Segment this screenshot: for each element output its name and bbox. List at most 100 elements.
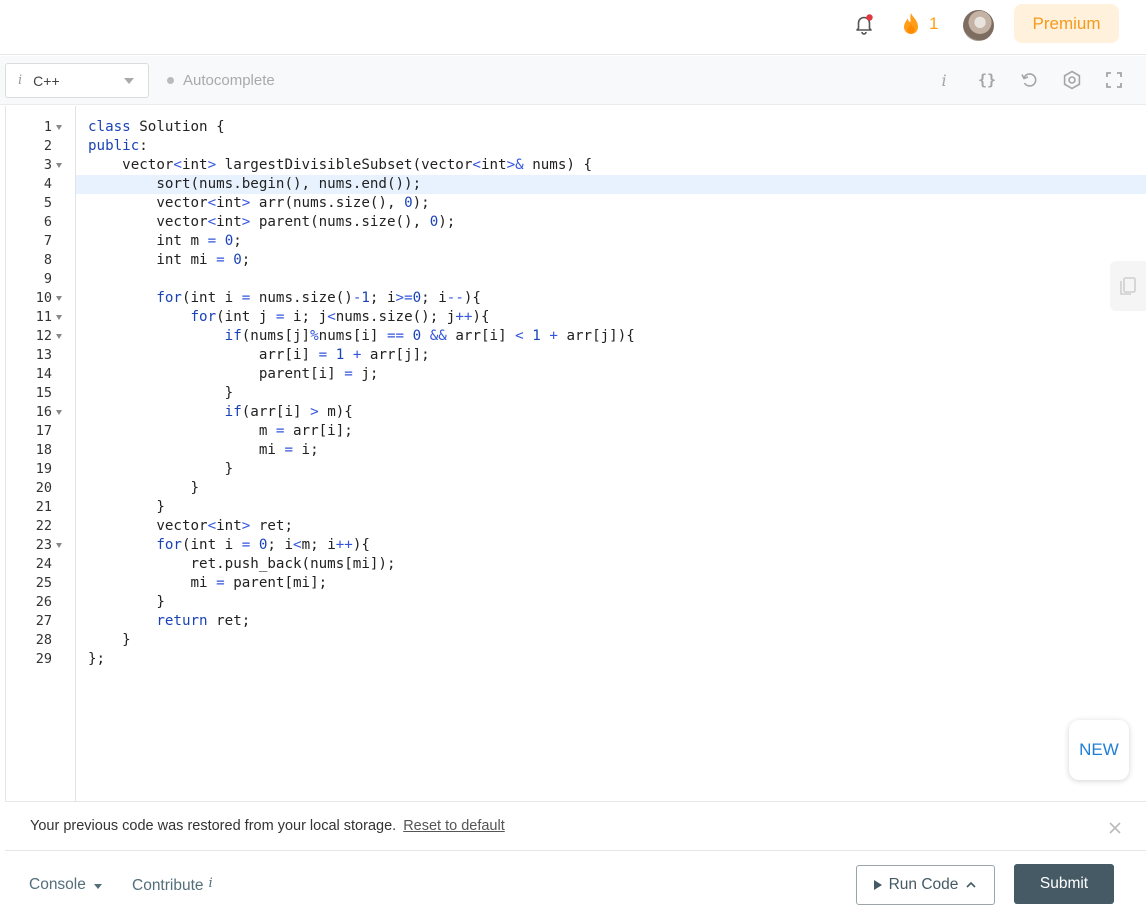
action-bar: Console Contribute i Run Code Submit [0,852,1146,911]
notification-bell-icon[interactable] [852,12,876,36]
line-number: 22 [35,518,52,534]
code-content[interactable]: class Solution {public: vector<int> larg… [76,106,1146,801]
run-code-button[interactable]: Run Code [856,865,995,905]
fold-arrow-icon[interactable] [56,289,64,308]
code-line-text: class Solution { [88,119,225,135]
line-number: 27 [35,613,52,629]
code-line-text: if(nums[j]%nums[i] == 0 && arr[i] < 1 + … [224,328,635,344]
chevron-down-icon [93,884,102,889]
code-line-text: for(int i = 0; i<m; i++){ [156,537,370,553]
console-toggle[interactable]: Console [29,876,102,894]
code-line-text: mi = i; [88,442,319,458]
code-line-text: vector<int> arr(nums.size(), 0); [88,195,430,211]
code-line-text: if(arr[i] > m){ [224,404,353,420]
code-line-text: parent[i] = j; [88,366,379,382]
premium-button[interactable]: Premium [1014,4,1119,43]
code-line-text: int mi = 0; [88,252,251,268]
settings-icon[interactable] [1062,70,1082,90]
line-number-gutter: 1 2 3 4 5 6 7 8 9 10 11 12 13 14 15 16 17 18 19 20 21 22 23 24 2… [6,106,76,801]
code-line-text: } [88,499,165,515]
code-line-text: } [88,632,131,648]
code-line-text: return ret; [156,613,251,629]
line-number: 10 [35,290,52,306]
info-icon[interactable]: i [934,70,954,90]
copy-code-tab[interactable] [1110,261,1146,311]
line-number: 3 [43,157,52,173]
fold-arrow-icon[interactable] [56,403,64,422]
reset-to-default-link[interactable]: Reset to default [403,818,505,834]
line-number: 13 [35,347,52,363]
editor-toolbar: i C++ Autocomplete i {} [0,56,1146,105]
autocomplete-toggle[interactable]: Autocomplete [167,72,275,89]
line-number: 9 [43,271,52,287]
code-line-text: } [88,461,234,477]
fold-arrow-icon[interactable] [56,536,64,555]
line-number: 5 [43,195,52,211]
line-number: 2 [43,138,52,154]
line-number: 19 [35,461,52,477]
fold-arrow-icon[interactable] [56,156,64,175]
contribute-label: Contribute [132,877,204,894]
line-number: 28 [35,632,52,648]
autocomplete-label: Autocomplete [183,72,275,89]
fold-arrow-icon[interactable] [56,308,64,327]
line-number: 17 [35,423,52,439]
code-line-text: }; [88,651,106,667]
line-number: 14 [35,366,52,382]
line-number: 15 [35,385,52,401]
line-number: 7 [43,233,52,249]
code-line-text: vector<int> ret; [88,518,294,534]
code-line-text: } [88,480,200,496]
code-editor[interactable]: 1 2 3 4 5 6 7 8 9 10 11 12 13 14 15 16 17 18 19 20 21 22 23 24 2… [5,106,1146,801]
line-number: 8 [43,252,52,268]
format-braces-icon[interactable]: {} [977,70,997,90]
close-icon[interactable] [1107,820,1123,836]
fullscreen-icon[interactable] [1104,70,1124,90]
chevron-up-icon [966,881,976,888]
line-number: 1 [43,119,52,135]
code-line-text: arr[i] = 1 + arr[j]; [88,347,430,363]
reset-icon[interactable] [1019,70,1039,90]
run-code-label: Run Code [888,876,959,893]
code-line-text: mi = parent[mi]; [88,575,328,591]
code-line-text: m = arr[i]; [88,423,353,439]
line-number: 25 [35,575,52,591]
new-feature-button[interactable]: NEW [1069,720,1129,780]
line-number: 11 [35,309,52,325]
code-line-text: vector<int> parent(nums.size(), 0); [88,214,456,230]
line-number: 26 [35,594,52,610]
top-header: 1 Premium [0,0,1146,55]
code-line-text: public: [88,138,148,154]
line-number: 6 [43,214,52,230]
contribute-info-icon: i [208,876,213,891]
code-line-text: int m = 0; [88,233,242,249]
restore-message: Your previous code was restored from you… [30,818,397,834]
code-line-text: ret.push_back(nums[mi]); [88,556,396,572]
code-line-text: } [88,385,234,401]
line-number: 12 [35,328,52,344]
code-line-text: } [88,594,165,610]
code-line-text: sort(nums.begin(), nums.end()); [88,176,422,192]
line-number: 16 [35,404,52,420]
play-icon [873,880,882,890]
user-avatar[interactable] [963,10,994,41]
language-select[interactable]: i C++ [5,63,149,98]
code-line-text: for(int j = i; j<nums.size(); j++){ [190,309,490,325]
contribute-link[interactable]: Contribute i [132,876,213,895]
fold-arrow-icon[interactable] [56,327,64,346]
streak-counter[interactable]: 1 [901,11,938,37]
autocomplete-dot-icon [167,77,174,84]
flame-icon [904,13,918,34]
copy-icon [1120,277,1136,295]
chevron-down-icon [124,78,134,84]
streak-count: 1 [929,14,939,33]
line-number: 29 [35,651,52,667]
code-line-text: for(int i = nums.size()-1; i>=0; i--){ [156,290,481,306]
language-selected-value: C++ [33,72,60,89]
submit-button[interactable]: Submit [1014,864,1114,904]
line-number: 20 [35,480,52,496]
console-label: Console [29,876,86,893]
line-number: 23 [35,537,52,553]
fold-arrow-icon[interactable] [56,118,64,137]
line-number: 18 [35,442,52,458]
